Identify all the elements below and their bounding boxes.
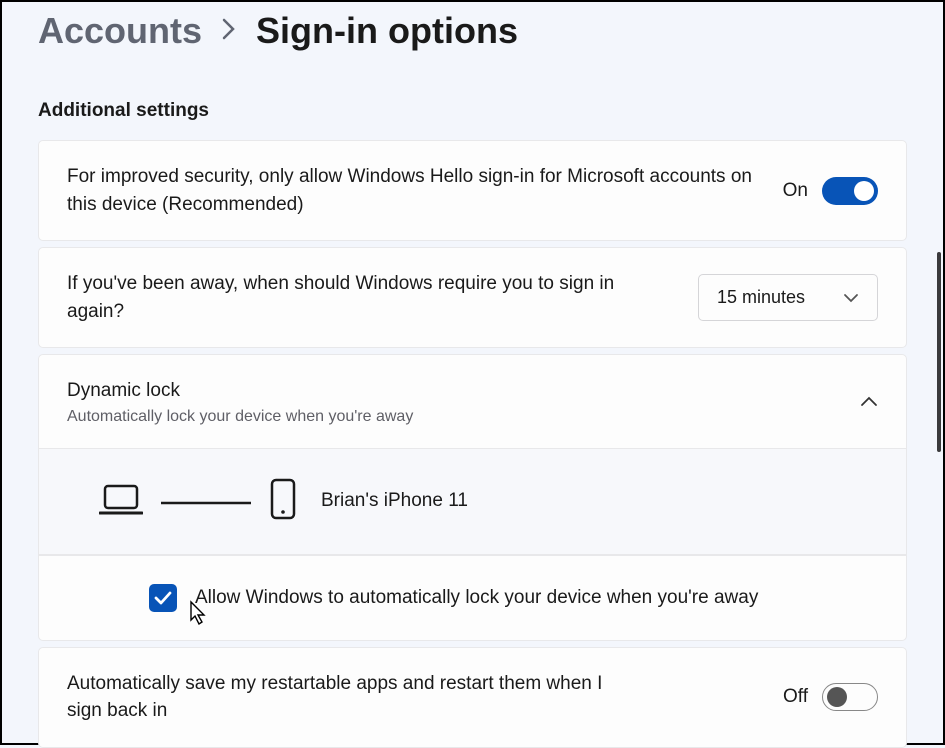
phone-icon	[269, 477, 297, 526]
restart-apps-card: Automatically save my restartable apps a…	[38, 647, 907, 748]
dynamic-lock-subtitle: Automatically lock your device when you'…	[67, 408, 413, 426]
dynamic-lock-checkbox-label: Allow Windows to automatically lock your…	[195, 587, 758, 609]
breadcrumb: Accounts Sign-in options	[38, 2, 907, 52]
dynamic-lock-header[interactable]: Dynamic lock Automatically lock your dev…	[39, 355, 906, 448]
require-signin-card: If you've been away, when should Windows…	[38, 247, 907, 348]
dropdown-value: 15 minutes	[717, 287, 805, 308]
dynamic-lock-title: Dynamic lock	[67, 377, 413, 405]
hello-signin-text: For improved security, only allow Window…	[67, 163, 759, 218]
scrollbar[interactable]	[937, 252, 941, 452]
dynamic-lock-checkbox-row: Allow Windows to automatically lock your…	[38, 556, 907, 641]
paired-device-name: Brian's iPhone 11	[321, 490, 468, 512]
breadcrumb-parent[interactable]: Accounts	[38, 10, 202, 52]
hello-toggle[interactable]	[822, 177, 878, 205]
section-header: Additional settings	[38, 100, 907, 122]
restart-apps-toggle-label: Off	[783, 686, 808, 708]
chevron-up-icon	[860, 396, 878, 407]
chevron-down-icon	[843, 293, 859, 303]
restart-apps-toggle[interactable]	[822, 683, 878, 711]
dynamic-lock-body: Brian's iPhone 11	[39, 448, 906, 555]
chevron-right-icon	[222, 16, 236, 47]
require-signin-dropdown[interactable]: 15 minutes	[698, 274, 878, 321]
hello-signin-card: For improved security, only allow Window…	[38, 140, 907, 241]
laptop-icon	[99, 482, 143, 521]
hello-toggle-label: On	[783, 180, 808, 202]
page-title: Sign-in options	[256, 10, 518, 52]
paired-device-row: Brian's iPhone 11	[39, 449, 906, 555]
restart-apps-text: Automatically save my restartable apps a…	[67, 670, 607, 725]
dynamic-lock-checkbox[interactable]	[149, 584, 177, 612]
require-signin-text: If you've been away, when should Windows…	[67, 270, 674, 325]
dynamic-lock-expander: Dynamic lock Automatically lock your dev…	[38, 354, 907, 556]
connection-line-icon	[161, 492, 251, 510]
